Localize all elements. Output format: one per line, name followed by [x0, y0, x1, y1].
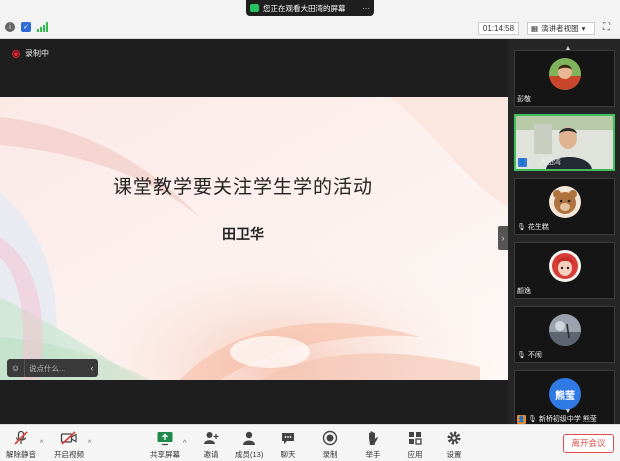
microphone-muted-icon: 🎙 — [517, 224, 526, 231]
apps-grid-icon — [407, 429, 423, 446]
more-options-icon[interactable]: ⋯ — [362, 4, 370, 13]
unmute-button[interactable]: 解除静音 — [6, 429, 36, 460]
chat-bubble-icon — [280, 429, 296, 446]
info-icon[interactable]: i — [5, 22, 15, 32]
audio-options-chevron-icon[interactable]: ^ — [40, 440, 43, 447]
start-video-button[interactable]: 开启视频 — [54, 429, 84, 460]
status-icons: i ✓ — [5, 22, 48, 32]
participant-name: 彭敬 — [517, 96, 531, 103]
avatar — [549, 58, 581, 90]
share-screen-icon — [156, 429, 174, 446]
record-icon — [322, 429, 338, 446]
participant-tile[interactable]: 🎙 花生糕 — [514, 178, 615, 235]
participant-name: 🎙 不闹 — [517, 352, 542, 359]
gear-icon — [446, 429, 462, 446]
participant-panel: ▲ 彭敬 👤 🎙 大田湾 🎙 花生糕 颜逸 🎙 不闹 熊莹 👤 🎙 新桥初级中学… — [508, 39, 620, 427]
bottom-toolbar: 解除静音 ^ 开启视频 ^ 共享屏幕 ^ 邀请 成员(13) 聊天 录制 举手 … — [0, 424, 620, 461]
share-indicator-icon — [250, 4, 259, 12]
avatar — [549, 186, 581, 218]
chat-input-bar[interactable]: ☺ 说点什么... ‹ — [7, 359, 98, 377]
banner-text: 您正在观看大田湾的屏幕 — [263, 3, 346, 13]
recording-label: 录制中 — [25, 49, 49, 58]
slide-author: 田卫华 — [222, 226, 264, 242]
add-user-icon — [203, 429, 219, 446]
shield-icon[interactable]: ✓ — [21, 22, 31, 32]
host-icon: 👤 — [517, 414, 526, 424]
participant-tile[interactable]: 彭敬 — [514, 50, 615, 107]
avatar — [549, 250, 581, 282]
view-mode-button[interactable]: ▦ 演讲者视图 ▾ — [527, 22, 595, 35]
hand-icon — [365, 429, 381, 446]
recording-indicator: 录制中 — [12, 48, 49, 59]
presentation-slide: 课堂教学要关注学生学的活动 田卫华 — [0, 97, 508, 380]
fullscreen-icon[interactable]: ⛶ — [603, 22, 615, 34]
participant-tile[interactable]: 👤 🎙 大田湾 — [514, 114, 615, 171]
microphone-muted-icon: 🎙 — [528, 416, 537, 423]
screen-share-banner[interactable]: 您正在观看大田湾的屏幕 ⋯ — [246, 0, 374, 16]
participant-name: 颜逸 — [517, 288, 531, 295]
grid-icon: ▦ — [531, 24, 539, 33]
camera-off-icon — [60, 429, 78, 446]
chat-input[interactable]: 说点什么... — [25, 363, 86, 374]
view-mode-label: 演讲者视图 — [541, 24, 579, 33]
record-button[interactable]: 录制 — [322, 429, 338, 460]
microphone-icon: 🎙 — [529, 159, 538, 166]
top-bar: 您正在观看大田湾的屏幕 ⋯ i ✓ 01:14:58 ▦ 演讲者视图 ▾ ⛶ — [0, 0, 620, 39]
emoji-icon[interactable]: ☺ — [7, 359, 25, 377]
participant-name: 👤 🎙 新桥初级中学 熊莹 — [517, 414, 597, 424]
scroll-down-icon[interactable]: ▼ — [563, 408, 573, 416]
host-icon: 👤 — [518, 157, 527, 167]
settings-button[interactable]: 设置 — [446, 429, 462, 460]
video-options-chevron-icon[interactable]: ^ — [88, 440, 91, 447]
chat-button[interactable]: 聊天 — [280, 429, 296, 460]
collapse-chat-icon[interactable]: ‹ — [86, 363, 98, 373]
participant-name: 👤 🎙 大田湾 — [518, 157, 561, 167]
users-icon — [241, 429, 257, 446]
invite-button[interactable]: 邀请 — [203, 429, 219, 460]
participant-tile[interactable]: 🎙 不闹 — [514, 306, 615, 363]
participant-tile[interactable]: 颜逸 — [514, 242, 615, 299]
raise-hand-button[interactable]: 举手 — [365, 429, 381, 460]
microphone-muted-icon: 🎙 — [517, 352, 526, 359]
network-signal-icon[interactable] — [37, 22, 48, 32]
participant-tile[interactable]: 熊莹 👤 🎙 新桥初级中学 熊莹 — [514, 370, 615, 427]
share-screen-button[interactable]: 共享屏幕 — [150, 429, 180, 460]
collapse-sidebar-button[interactable]: › — [498, 226, 508, 250]
microphone-muted-icon — [13, 429, 29, 446]
avatar — [549, 314, 581, 346]
recording-icon — [12, 49, 20, 58]
meeting-timer: 01:14:58 — [478, 22, 519, 35]
share-options-chevron-icon[interactable]: ^ — [183, 440, 186, 447]
chevron-down-icon: ▾ — [581, 24, 586, 33]
apps-button[interactable]: 应用 — [407, 429, 423, 460]
avatar: 熊莹 — [549, 378, 581, 410]
leave-meeting-button[interactable]: 离开会议 — [563, 434, 614, 453]
members-button[interactable]: 成员(13) — [235, 429, 263, 460]
participant-name: 🎙 花生糕 — [517, 224, 549, 231]
shared-screen-area: 录制中 课堂教学要关注学生学的活动 田卫华 ☺ 说点什么... ‹ › — [0, 39, 508, 424]
slide-title: 课堂教学要关注学生学的活动 — [112, 177, 373, 198]
